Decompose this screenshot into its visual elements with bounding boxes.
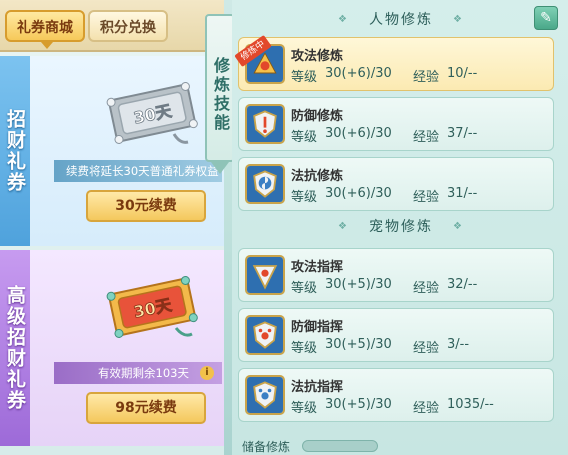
defense-icon	[245, 104, 285, 144]
skill-name: 法抗指挥	[291, 380, 344, 395]
pet-defense-icon	[245, 315, 285, 355]
exp-label: 经验	[413, 130, 440, 145]
exp-value: 31/--	[447, 186, 478, 201]
pet-cultivation-title: 宠物修炼	[338, 215, 464, 239]
cultivation-skill-tab[interactable]: 修炼技能	[205, 14, 235, 174]
skill-row-defense[interactable]: 防御修炼 等级 30(+6)/30 经验 37/--	[238, 97, 554, 151]
silver-ticket-icon: 30天	[106, 81, 198, 144]
skill-name: 法抗修炼	[291, 169, 344, 184]
level-label: 等级	[291, 401, 318, 416]
exp-value: 32/--	[447, 277, 478, 292]
tab-points-exchange[interactable]: 积分兑换	[88, 10, 168, 42]
reserve-cultivation: 储备修炼	[232, 436, 568, 455]
skill-row-magic-resist[interactable]: 法抗修炼 等级 30(+6)/30 经验 31/--	[238, 157, 554, 211]
level-label: 等级	[291, 70, 318, 85]
level-value: 30(+6)/30	[325, 126, 392, 141]
character-cultivation-title: 人物修炼	[338, 8, 464, 32]
level-value: 30(+6)/30	[325, 66, 392, 81]
fortune-voucher-card: 招财礼券 30天 续费将延长30天普通礼券权益 30元续费	[0, 56, 224, 246]
tab-voucher-shop[interactable]: 礼券商城	[5, 10, 85, 49]
remaining-days-text: 有效期剩余103天	[98, 366, 189, 380]
exp-value: 10/--	[447, 66, 478, 81]
premium-fortune-voucher-card: 高级招财礼券 30天 有效期剩余103天 i 98元续费	[0, 250, 224, 446]
level-label: 等级	[291, 130, 318, 145]
renew-info: 续费将延长30天普通礼券权益	[54, 160, 222, 182]
exp-value: 37/--	[447, 126, 478, 141]
level-value: 30(+5)/30	[325, 277, 392, 292]
reserve-progress-bar	[302, 440, 378, 452]
exp-value: 1035/--	[447, 397, 494, 412]
renew-98-button[interactable]: 98元续费	[86, 392, 206, 424]
exp-label: 经验	[413, 281, 440, 296]
exp-label: 经验	[413, 341, 440, 356]
level-label: 等级	[291, 190, 318, 205]
info-icon[interactable]: i	[200, 366, 214, 380]
skill-name: 防御修炼	[291, 109, 344, 124]
magic-resist-icon	[245, 164, 285, 204]
skill-name: 攻法修炼	[291, 49, 344, 64]
tab-bar: 礼券商城 积分兑换	[0, 0, 224, 52]
exp-label: 经验	[413, 190, 440, 205]
level-label: 等级	[291, 281, 318, 296]
exp-label: 经验	[413, 401, 440, 416]
edit-icon[interactable]: ✎	[534, 6, 558, 30]
pet-resist-icon	[245, 375, 285, 415]
skill-name: 防御指挥	[291, 320, 344, 335]
level-value: 30(+5)/30	[325, 337, 392, 352]
level-value: 30(+6)/30	[325, 186, 392, 201]
level-label: 等级	[291, 341, 318, 356]
card-title: 高级招财礼券	[0, 250, 30, 446]
exp-value: 3/--	[447, 337, 470, 352]
cultivation-panel: 人物修炼 ✎ 修炼中 攻法修炼 等级 30(+6)/30 经验 10/-- 防御…	[232, 0, 568, 455]
skill-name: 攻法指挥	[291, 260, 344, 275]
gift-voucher-panel: 礼券商城 积分兑换 招财礼券 30天 续费将延长30天普通礼券权益 30元续费 …	[0, 0, 224, 455]
skill-row-pet-attack[interactable]: 攻法指挥 等级 30(+5)/30 经验 32/--	[238, 248, 554, 302]
pet-attack-icon	[245, 255, 285, 295]
skill-row-pet-defense[interactable]: 防御指挥 等级 30(+5)/30 经验 3/--	[238, 308, 554, 362]
exp-label: 经验	[413, 70, 440, 85]
renew-30-button[interactable]: 30元续费	[86, 190, 206, 222]
level-value: 30(+5)/30	[325, 397, 392, 412]
remaining-days: 有效期剩余103天 i	[54, 362, 222, 384]
skill-row-pet-resist[interactable]: 法抗指挥 等级 30(+5)/30 经验 1035/--	[238, 368, 554, 422]
card-title: 招财礼券	[0, 56, 30, 246]
skill-row-attack-magic[interactable]: 修炼中 攻法修炼 等级 30(+6)/30 经验 10/--	[234, 34, 554, 91]
reserve-label: 储备修炼	[242, 440, 291, 454]
gold-ticket-icon: 30天	[106, 275, 198, 338]
